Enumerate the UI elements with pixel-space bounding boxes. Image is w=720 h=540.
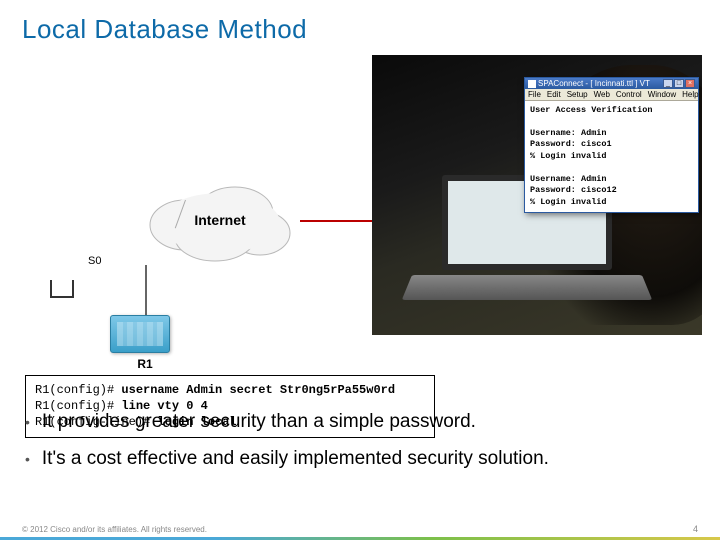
router-r1: R1	[100, 315, 190, 371]
terminal-line: Password: cisco1	[530, 139, 693, 150]
cloud-label: Internet	[194, 212, 245, 228]
minimize-icon[interactable]: _	[663, 79, 673, 88]
menu-item[interactable]: Control	[616, 90, 642, 99]
network-diagram: Internet S0 R1	[20, 65, 350, 365]
terminal-line: User Access Verification	[530, 105, 693, 116]
terminal-line: Username: Admin	[530, 128, 693, 139]
slide-title: Local Database Method	[0, 0, 720, 45]
menu-item[interactable]: File	[528, 90, 541, 99]
terminal-line	[530, 116, 693, 127]
bracket-icon	[50, 280, 74, 298]
content-area: Internet S0 R1 SPAConnect - [ Incinn	[0, 45, 720, 415]
terminal-line	[530, 162, 693, 173]
terminal-title: SPAConnect - [ Incinnati.ttl ] VT	[538, 79, 661, 88]
bullet-item: • It provides greater security than a si…	[25, 410, 695, 435]
terminal-line: % Login invalid	[530, 151, 693, 162]
menu-item[interactable]: Setup	[567, 90, 588, 99]
bullet-list: • It provides greater security than a si…	[25, 410, 695, 483]
terminal-line: Username: Admin	[530, 174, 693, 185]
bullet-dot-icon: •	[25, 410, 30, 434]
terminal-body: User Access Verification Username: Admin…	[525, 101, 698, 212]
close-icon[interactable]: ×	[685, 79, 695, 88]
bullet-item: • It's a cost effective and easily imple…	[25, 447, 695, 472]
cli-line: R1(config)# username Admin secret Str0ng…	[35, 382, 425, 398]
terminal-titlebar: SPAConnect - [ Incinnati.ttl ] VT _ □ ×	[525, 78, 698, 89]
interface-label-s0: S0	[88, 255, 101, 267]
slide-footer: © 2012 Cisco and/or its affiliates. All …	[0, 520, 720, 540]
router-icon	[110, 315, 170, 353]
menu-item[interactable]: Window	[648, 90, 676, 99]
menu-item[interactable]: Edit	[547, 90, 561, 99]
menu-item[interactable]: Web	[594, 90, 610, 99]
maximize-icon[interactable]: □	[674, 79, 684, 88]
bullet-text: It provides greater security than a simp…	[42, 410, 476, 435]
router-link-line	[145, 265, 147, 320]
terminal-line: % Login invalid	[530, 197, 693, 208]
page-number: 4	[693, 524, 698, 534]
terminal-window: SPAConnect - [ Incinnati.ttl ] VT _ □ × …	[524, 77, 699, 213]
bullet-text: It's a cost effective and easily impleme…	[42, 447, 549, 472]
terminal-line: Password: cisco12	[530, 185, 693, 196]
menu-item[interactable]: Help	[682, 90, 698, 99]
cloud-icon: Internet	[140, 175, 300, 265]
router-label: R1	[100, 357, 190, 371]
slide: Local Database Method Internet S0	[0, 0, 720, 540]
terminal-menubar: File Edit Setup Web Control Window Help	[525, 89, 698, 101]
copyright-text: © 2012 Cisco and/or its affiliates. All …	[22, 525, 207, 534]
app-icon	[528, 80, 536, 88]
bullet-dot-icon: •	[25, 447, 30, 471]
photo-user-at-laptop: SPAConnect - [ Incinnati.ttl ] VT _ □ × …	[372, 55, 702, 335]
